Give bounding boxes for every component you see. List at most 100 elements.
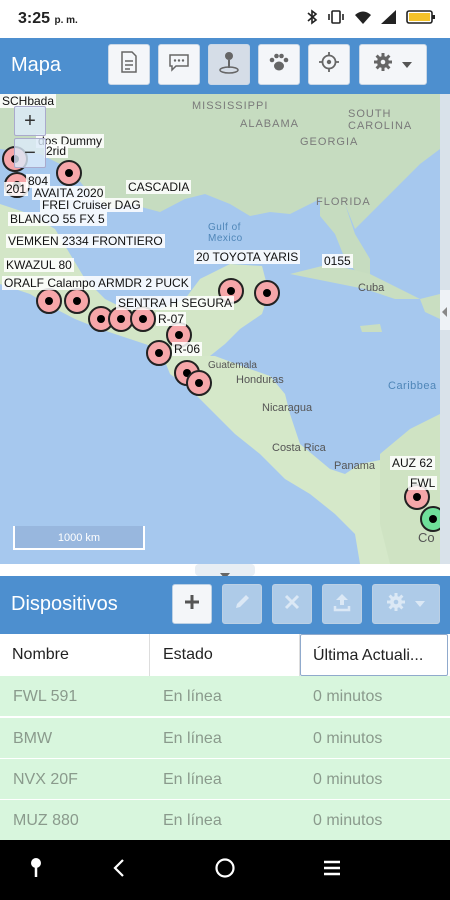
signal-icon (381, 10, 397, 29)
locate-button[interactable] (308, 44, 350, 85)
device-label: ORALF Calampo ARMDR 2 PUCK (2, 276, 191, 290)
device-status: En línea (163, 812, 222, 829)
map-settings-button[interactable] (359, 44, 427, 85)
device-name: BMW (13, 730, 53, 747)
device-marker[interactable] (64, 288, 90, 314)
place-colombia: Co (418, 530, 435, 545)
clock-ampm: p. m. (54, 15, 78, 26)
gear-icon (386, 592, 406, 617)
device-label: R-06 (172, 342, 203, 356)
device-label: FWL (408, 476, 438, 490)
device-label: 0155 (322, 254, 353, 268)
home-button[interactable] (210, 857, 240, 884)
device-status: En línea (163, 771, 222, 788)
add-device-button[interactable] (172, 584, 212, 624)
device-marker[interactable] (254, 280, 280, 306)
vibrate-icon (327, 9, 345, 30)
assistant-button[interactable] (21, 857, 51, 884)
map-view[interactable]: MISSISSIPPI ALABAMA GEORGIA SOUTH CAROLI… (0, 94, 440, 564)
device-marker[interactable] (186, 370, 212, 396)
place-panama: Panama (334, 460, 375, 472)
status-icons (306, 9, 436, 30)
upload-button[interactable] (322, 584, 362, 624)
place-gulf: Gulf of Mexico (208, 222, 243, 244)
device-label: CASCADIA (126, 180, 192, 194)
system-nav-bar (0, 840, 450, 900)
place-florida: FLORIDA (316, 196, 371, 208)
place-cuba: Cuba (358, 282, 385, 294)
device-last-update: 0 minutos (313, 771, 383, 788)
device-label: AUZ 62 (390, 456, 435, 470)
delete-device-button[interactable] (272, 584, 312, 624)
pencil-icon (233, 593, 251, 616)
geofence-button[interactable] (208, 44, 250, 85)
device-last-update: 0 minutos (313, 812, 383, 829)
place-caribbean: Caribbea (388, 380, 437, 392)
plus-icon (183, 593, 201, 616)
map-toolbar: Mapa (0, 38, 450, 94)
place-honduras: Honduras (236, 374, 284, 386)
device-settings-button[interactable] (372, 584, 440, 624)
chat-icon (168, 52, 190, 77)
device-marker[interactable] (420, 506, 440, 532)
chevron-down-icon (401, 56, 413, 74)
device-label: R-07 (156, 312, 187, 326)
back-button[interactable] (104, 858, 134, 882)
device-name: MUZ 880 (13, 812, 79, 829)
device-marker[interactable] (146, 340, 172, 366)
column-header-last-update[interactable]: Última Actuali... (300, 634, 448, 676)
map-title: Mapa (11, 54, 62, 76)
table-row[interactable]: MUZ 880 En línea 0 minutos (0, 800, 450, 841)
device-last-update: 0 minutos (313, 688, 383, 705)
device-label: BLANCO 55 FX 5 (8, 212, 107, 226)
gear-icon (373, 52, 393, 77)
menu-icon (322, 859, 342, 882)
pin-icon (218, 50, 240, 79)
device-marker[interactable] (36, 288, 62, 314)
device-label: VEMKEN 2334 FRONTIERO (6, 234, 165, 248)
device-marker[interactable] (56, 160, 82, 186)
place-georgia: GEORGIA (300, 136, 359, 148)
place-costa-rica: Costa Rica (272, 442, 326, 454)
column-header-name[interactable]: Nombre (0, 634, 150, 676)
device-last-update: 0 minutos (313, 730, 383, 747)
chevron-left-icon (442, 304, 448, 322)
scale-bar: 1000 km (13, 526, 145, 550)
zoom-in-button[interactable]: + (14, 106, 46, 136)
edit-device-button[interactable] (222, 584, 262, 624)
devices-table-header: Nombre Estado Última Actuali... (0, 634, 450, 677)
clock-time: 3:25 (18, 10, 51, 27)
paw-icon (268, 51, 290, 78)
device-name: FWL 591 (13, 688, 78, 705)
device-label: FREI Cruiser DAG (40, 198, 143, 212)
table-row[interactable]: NVX 20F En línea 0 minutos (0, 759, 450, 800)
device-label: 2rid (44, 144, 69, 158)
place-mississippi: MISSISSIPPI (192, 100, 269, 112)
device-label: KWAZUL 80 (4, 258, 74, 272)
upload-icon (332, 592, 352, 617)
devices-title: Dispositivos (11, 593, 118, 615)
column-header-status[interactable]: Estado (150, 634, 300, 676)
side-panel-handle[interactable] (440, 290, 450, 330)
table-row[interactable]: FWL 591 En línea 0 minutos (0, 676, 450, 717)
status-time: 3:25 p. m. (18, 10, 78, 28)
place-guatemala: Guatemala (208, 360, 257, 371)
drawer-handle[interactable] (195, 564, 255, 579)
document-icon (120, 51, 138, 78)
circle-icon (214, 857, 236, 884)
table-row[interactable]: BMW En línea 0 minutos (0, 718, 450, 759)
recents-button[interactable] (317, 858, 347, 882)
bluetooth-icon (306, 9, 318, 30)
zoom-out-button[interactable]: − (14, 138, 46, 168)
close-icon (284, 594, 300, 615)
crosshair-icon (318, 51, 340, 78)
pin-icon (29, 857, 43, 884)
messages-button[interactable] (158, 44, 200, 85)
device-label: SENTRA H SEGURA (116, 296, 235, 310)
report-button[interactable] (108, 44, 150, 85)
battery-icon (406, 9, 436, 30)
place-alabama: ALABAMA (240, 118, 299, 130)
follow-button[interactable] (258, 44, 300, 85)
device-status: En línea (163, 730, 222, 747)
device-name: NVX 20F (13, 771, 78, 788)
